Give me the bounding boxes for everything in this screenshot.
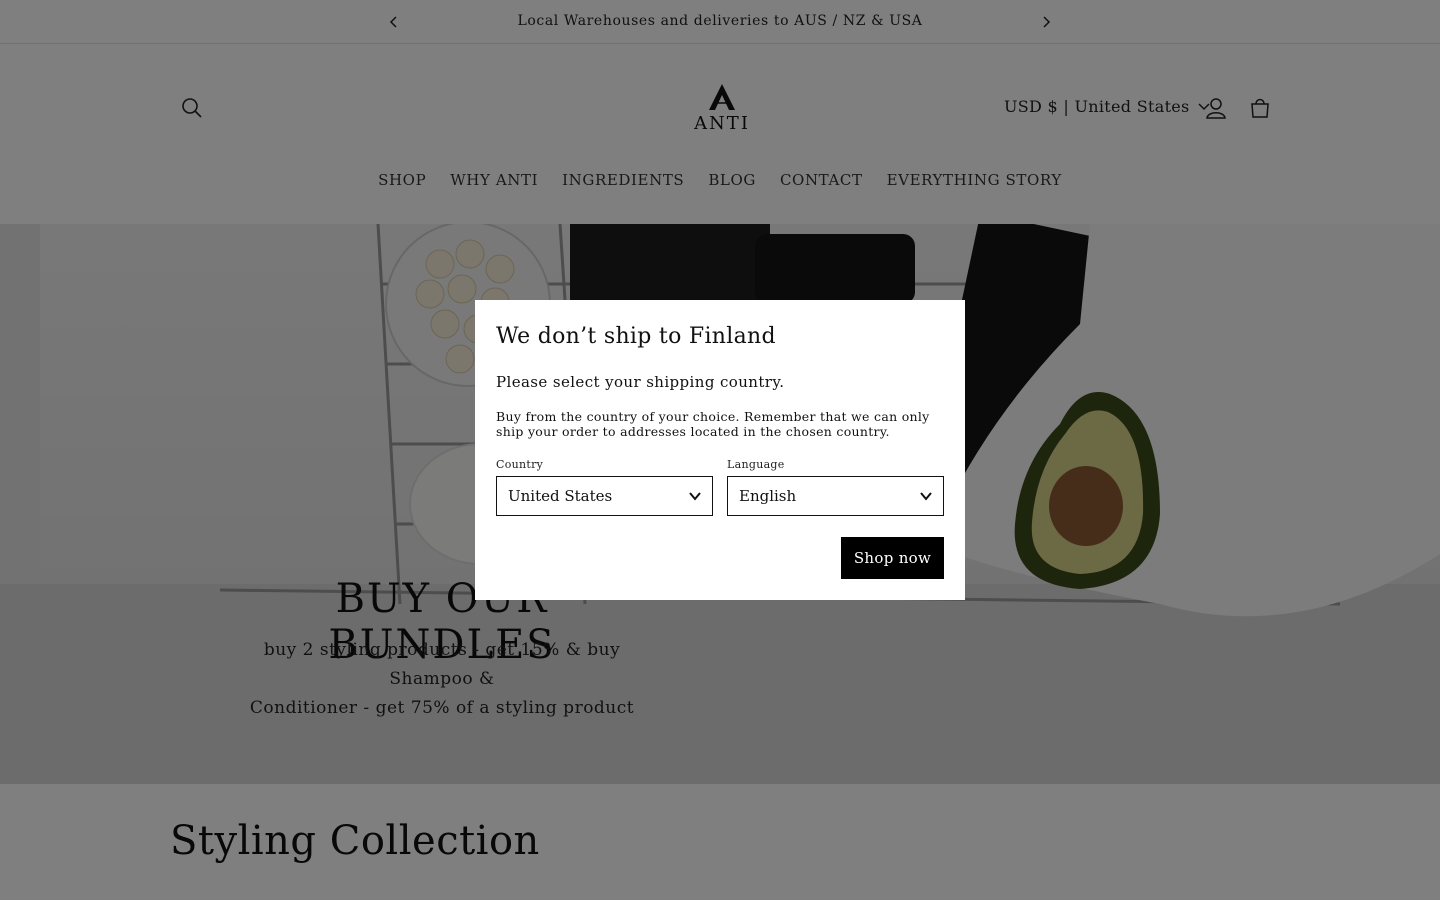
- shipping-country-modal: We don’t ship to Finland Please select y…: [475, 300, 965, 600]
- country-select[interactable]: United States: [496, 476, 713, 516]
- language-select[interactable]: English: [727, 476, 944, 516]
- modal-lead-text: Please select your shipping country.: [496, 373, 785, 391]
- modal-title: We don’t ship to Finland: [496, 324, 776, 349]
- modal-note-text: Buy from the country of your choice. Rem…: [496, 409, 930, 439]
- country-select-value: United States: [508, 487, 613, 505]
- chevron-down-icon: [689, 492, 701, 501]
- country-label: Country: [496, 458, 544, 471]
- language-label: Language: [727, 458, 785, 471]
- chevron-down-icon: [920, 492, 932, 501]
- shop-now-button[interactable]: Shop now: [841, 537, 944, 579]
- language-select-value: English: [739, 487, 797, 505]
